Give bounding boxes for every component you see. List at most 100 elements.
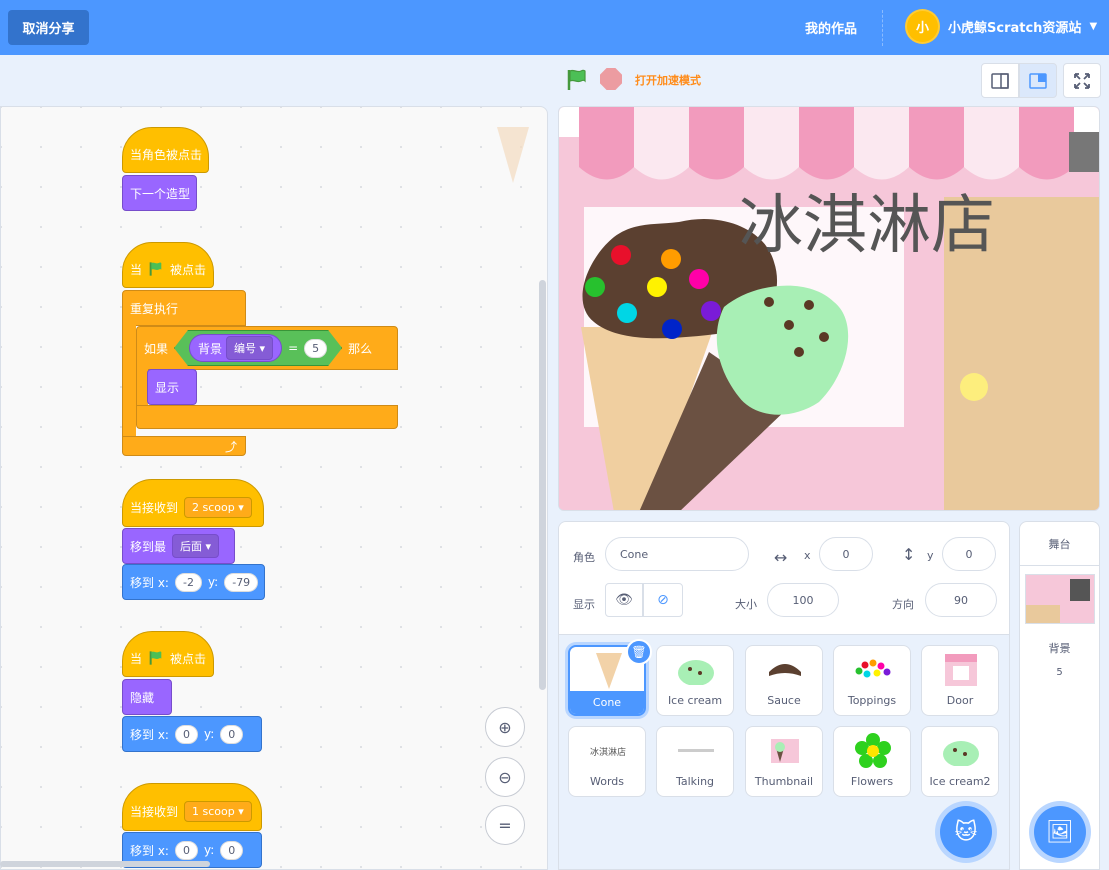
sprite-tile-cone[interactable]: Cone 🗑 <box>568 639 652 716</box>
message-dropdown[interactable]: 2 scoop ▾ <box>184 496 252 518</box>
my-works-link[interactable]: 我的作品 <box>805 18 857 37</box>
sprite-ghost-thumbnail <box>497 127 529 183</box>
sprite-tile-label: Sauce <box>767 694 801 707</box>
block-text: 当接收到 <box>130 500 179 515</box>
direction-input[interactable]: 90 <box>925 583 997 617</box>
words-thumb-text: 冰淇淋店 <box>589 747 626 758</box>
stage-selector-title: 舞台 <box>1020 522 1099 566</box>
y-input[interactable]: -79 <box>224 572 259 592</box>
cone-thumbnail <box>584 653 634 689</box>
green-flag-icon <box>149 651 162 665</box>
when-receive-block[interactable]: 当接收到 1 scoop ▾ <box>122 783 262 831</box>
sprite-tile-label: Cone <box>570 691 644 714</box>
sprite-tile-label: Talking <box>675 775 715 788</box>
y-input[interactable]: 0 <box>220 840 244 860</box>
sprite-tile-words[interactable]: 冰淇淋店 Words <box>568 726 646 797</box>
sprite-pane: 角色 Cone ↔ x 0 ↕ y 0 显示 👁 ⊘ 大小 100 方向 90 … <box>558 521 1010 870</box>
sprite-tile-ice-cream[interactable]: Ice cream <box>656 645 734 716</box>
x-arrow-icon: ↔ <box>774 548 788 567</box>
go-to-xy-block[interactable]: 移到 x: 0 y: 0 <box>122 716 262 752</box>
fullscreen-button[interactable] <box>1063 63 1101 98</box>
stage-canvas[interactable]: 冰淇淋店 <box>558 106 1100 511</box>
block-text: y: <box>207 575 219 589</box>
x-input[interactable]: -2 <box>174 572 202 592</box>
x-input[interactable]: 0 <box>174 840 198 860</box>
turbo-mode-toggle[interactable]: 打开加速模式 <box>635 72 701 88</box>
sprite-tile-thumbnail[interactable]: Thumbnail <box>745 726 823 797</box>
backdrop-number-reporter[interactable]: 背景 编号 ▾ <box>189 334 282 362</box>
eye-off-icon: ⊘ <box>657 592 669 608</box>
block-text: 被点击 <box>169 651 206 666</box>
green-flag-icon[interactable] <box>565 68 589 92</box>
add-sprite-button[interactable]: 🐱 <box>940 806 992 858</box>
add-backdrop-button[interactable]: 🖼 <box>1034 806 1086 858</box>
delete-sprite-button[interactable]: 🗑 <box>626 639 652 665</box>
sprite-tile-sauce[interactable]: Sauce <box>745 645 823 716</box>
zoom-reset-button[interactable]: = <box>485 805 525 845</box>
trash-icon: 🗑 <box>631 645 647 659</box>
code-workspace[interactable]: 当角色被点击 下一个造型 当 被点击 重复执行 ⤴ 如果 背景 编号 ▾ = 5… <box>0 106 548 870</box>
go-to-xy-block[interactable]: 移到 x: -2 y: -79 <box>122 564 265 600</box>
block-text: y: <box>203 727 215 741</box>
dropdown-value: 2 scoop <box>192 500 235 514</box>
sprite-tile-label: Flowers <box>850 775 894 788</box>
sprite-tile-label: Thumbnail <box>754 775 814 788</box>
stage-header: 打开加速模式 <box>555 55 1109 105</box>
block-text: 当角色被点击 <box>130 147 203 162</box>
backdrop-attr-dropdown[interactable]: 编号 ▾ <box>226 336 273 360</box>
forever-block[interactable]: 重复执行 <box>122 290 246 326</box>
sprite-tile-toppings[interactable]: Toppings <box>833 645 911 716</box>
when-receive-block[interactable]: 当接收到 2 scoop ▾ <box>122 479 264 527</box>
dropdown-value: 编号 <box>234 342 257 355</box>
zoom-out-button[interactable]: ⊖ <box>485 757 525 797</box>
show-label: 显示 <box>573 598 595 611</box>
compare-value-input[interactable]: 5 <box>304 339 327 358</box>
go-to-layer-block[interactable]: 移到最 后面 ▾ <box>122 528 235 564</box>
cat-plus-icon: 🐱 <box>954 819 978 845</box>
next-costume-block[interactable]: 下一个造型 <box>122 175 197 211</box>
sprite-tile-door[interactable]: Door <box>921 645 999 716</box>
if-then-block[interactable]: 如果 背景 编号 ▾ = 5 那么 <box>136 326 398 370</box>
y-position-input[interactable]: 0 <box>942 537 996 571</box>
x-input[interactable]: 0 <box>174 724 198 744</box>
hide-sprite-button[interactable]: ⊘ <box>643 583 683 617</box>
stage-selector[interactable]: 舞台 背景 5 🖼 <box>1019 521 1100 870</box>
sprite-name-input[interactable]: Cone <box>605 537 749 571</box>
forever-block-arm <box>122 325 136 437</box>
hide-block[interactable]: 隐藏 <box>122 679 172 715</box>
unshare-button[interactable]: 取消分享 <box>8 10 89 45</box>
zoom-in-button[interactable]: ⊕ <box>485 707 525 747</box>
block-text: 被点击 <box>169 262 206 277</box>
vertical-scrollbar[interactable] <box>539 280 546 690</box>
dropdown-value: 后面 <box>180 540 203 553</box>
stop-icon[interactable] <box>600 68 622 90</box>
layer-dropdown[interactable]: 后面 ▾ <box>172 534 220 558</box>
block-text: 那么 <box>348 341 373 356</box>
size-input[interactable]: 100 <box>767 583 839 617</box>
zoom-in-icon: ⊕ <box>498 717 512 737</box>
message-dropdown[interactable]: 1 scoop ▾ <box>184 800 252 822</box>
small-stage-button[interactable] <box>981 63 1019 98</box>
show-sprite-button[interactable]: 👁 <box>605 583 643 617</box>
y-label: y <box>927 549 934 562</box>
horizontal-scrollbar[interactable] <box>0 861 210 867</box>
sprite-tile-talking[interactable]: Talking <box>656 726 734 797</box>
show-block[interactable]: 显示 <box>147 369 197 405</box>
x-position-input[interactable]: 0 <box>819 537 873 571</box>
sauce-thumbnail <box>760 652 810 688</box>
y-input[interactable]: 0 <box>220 724 244 744</box>
thumbnail-thumbnail <box>760 733 810 769</box>
backdrop-count: 5 <box>1056 667 1063 678</box>
zoom-reset-icon: = <box>498 815 512 835</box>
sprite-tile-ice-cream2[interactable]: Ice cream2 <box>921 726 999 797</box>
sprite-name-label: 角色 <box>573 551 595 564</box>
normal-stage-button[interactable] <box>1019 63 1057 98</box>
account-menu[interactable]: 小 小虎鲸Scratch资源站 ▼ <box>905 9 1097 44</box>
when-sprite-clicked-block[interactable]: 当角色被点击 <box>122 127 209 173</box>
block-text: 当接收到 <box>130 804 179 819</box>
sprite-tile-flowers[interactable]: Flowers <box>833 726 911 797</box>
block-text: 当 <box>130 262 143 277</box>
when-flag-clicked-block[interactable]: 当 被点击 <box>122 631 214 677</box>
equals-operator-block[interactable]: 背景 编号 ▾ = 5 <box>174 330 342 366</box>
when-flag-clicked-block[interactable]: 当 被点击 <box>122 242 214 288</box>
